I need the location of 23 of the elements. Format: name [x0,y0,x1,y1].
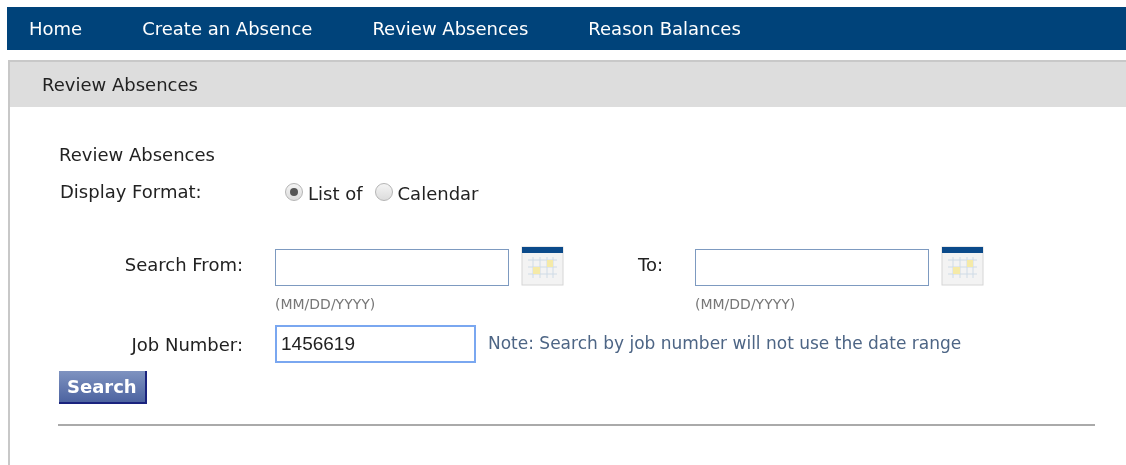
radio-label: List of [308,182,363,206]
field-label: Job Number: [129,332,243,357]
radio-label: Calendar [397,182,479,206]
section-title: Review Absences [59,143,216,167]
date-format-hint: (MM/DD/YYYY) [695,295,797,314]
nav-link[interactable]: Review Absences [372,15,529,42]
nav-link[interactable]: Create an Absence [142,15,313,42]
radio-button[interactable] [374,182,393,201]
calendar-icon[interactable] [521,246,564,286]
date-field[interactable] [275,249,509,286]
nav-link[interactable]: Reason Balances [588,15,741,42]
nav-link[interactable]: Home [29,15,83,42]
field-label: To: [637,253,663,277]
radio-button[interactable] [285,182,303,201]
job-number-field[interactable]: 1456619 [275,325,476,363]
calendar-icon[interactable] [941,246,984,286]
search-button[interactable]: Search [59,371,147,404]
note-text: Note: Search by job number will not use the date range [488,332,962,356]
date-format-hint: (MM/DD/YYYY) [275,295,377,314]
field-label: Search From: [123,253,243,277]
panel-title: Review Absences [42,73,198,97]
field-label: Display Format: [60,180,203,204]
date-field[interactable] [695,249,929,286]
